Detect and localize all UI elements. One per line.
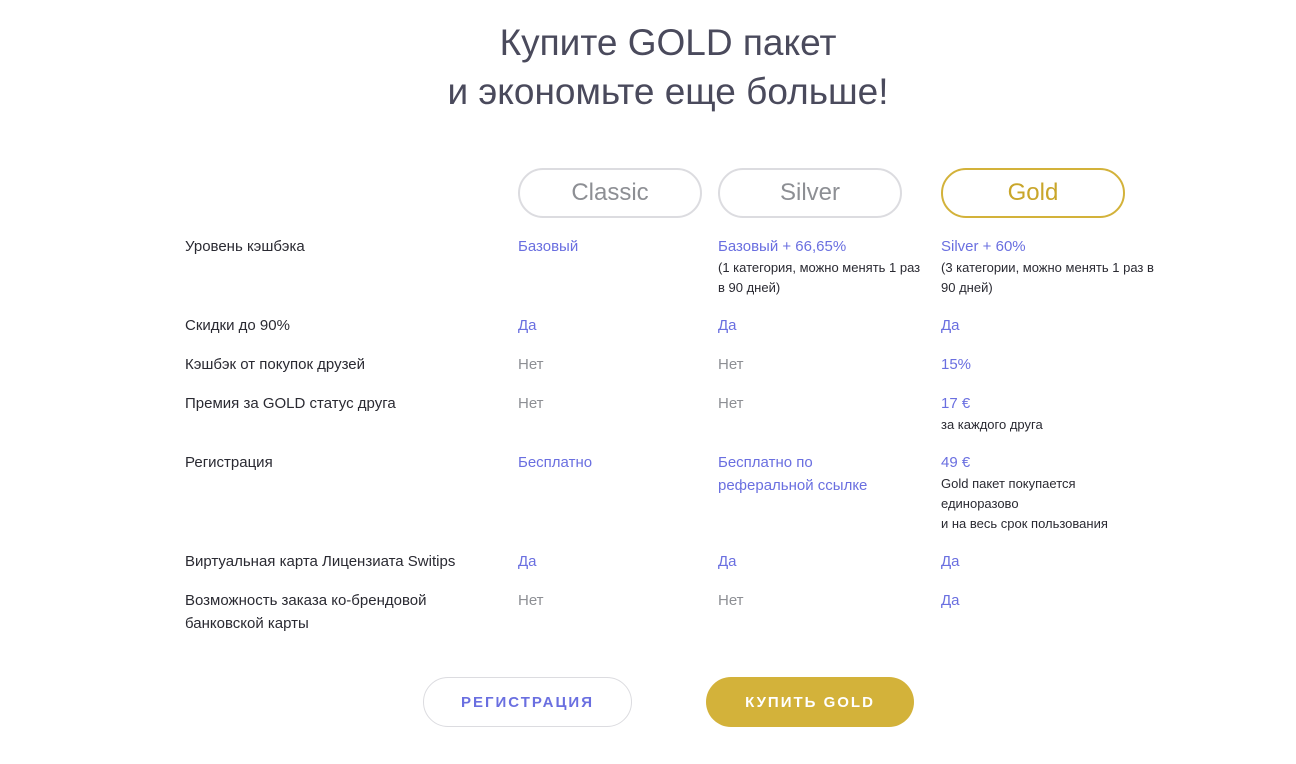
virtual-card-silver: Да — [718, 553, 737, 570]
friend-gold-bonus-gold-note: за каждого друга — [941, 417, 1043, 432]
registration-gold-note-1: Gold пакет покупается единоразово — [941, 476, 1076, 511]
row-label-discounts: Скидки до 90% — [185, 317, 290, 334]
row-label-cashback-level: Уровень кэшбэка — [185, 238, 305, 255]
row-label-registration: Регистрация — [185, 454, 273, 471]
discounts-gold: Да — [941, 317, 960, 334]
registration-silver: Бесплатно по реферальной ссылке — [718, 454, 868, 494]
cashback-level-gold: Silver + 60% — [941, 238, 1026, 255]
title-line-1: Купите GOLD пакет — [499, 22, 837, 63]
cobrand-card-classic: Нет — [518, 592, 544, 609]
registration-gold-note-2: и на весь срок пользования — [941, 516, 1108, 531]
friend-gold-bonus-silver: Нет — [718, 395, 744, 412]
row-label-friends-cashback: Кэшбэк от покупок друзей — [185, 356, 366, 373]
row-label-virtual-card: Виртуальная карта Лицензиата Switips — [185, 553, 456, 570]
discounts-silver: Да — [718, 317, 737, 334]
friend-gold-bonus-gold: 17 € — [941, 395, 971, 412]
registration-gold-cell: 49 € Gold пакет покупается единоразово и… — [941, 451, 1156, 534]
cobrand-card-silver: Нет — [718, 592, 744, 609]
cobrand-card-gold: Да — [941, 592, 960, 609]
cashback-level-silver: Базовый + 66,65% — [718, 238, 847, 255]
cashback-level-classic: Базовый — [518, 238, 579, 255]
buy-gold-button[interactable]: КУПИТЬ GOLD — [706, 677, 914, 727]
friends-cashback-silver: Нет — [718, 356, 744, 373]
plan-tab-silver[interactable]: Silver — [718, 168, 902, 218]
cashback-level-silver-cell: Базовый + 66,65% (1 категория, можно мен… — [718, 235, 923, 298]
register-button[interactable]: РЕГИСТРАЦИЯ — [423, 677, 632, 727]
friends-cashback-gold: 15% — [941, 356, 972, 373]
plan-tab-classic[interactable]: Classic — [518, 168, 702, 218]
cashback-level-gold-cell: Silver + 60% (3 категории, можно менять … — [941, 235, 1156, 298]
cashback-level-silver-note: (1 категория, можно менять 1 раз в 90 дн… — [718, 260, 921, 295]
registration-classic: Бесплатно — [518, 454, 593, 471]
pricing-comparison: Купите GOLD пакет и экономьте еще больше… — [0, 0, 1296, 764]
friend-gold-bonus-gold-cell: 17 € за каждого друга — [941, 392, 1156, 435]
title-line-2: и экономьте еще больше! — [447, 71, 889, 112]
registration-gold: 49 € — [941, 454, 971, 471]
plan-tab-gold[interactable]: Gold — [941, 168, 1125, 218]
page-title: Купите GOLD пакет и экономьте еще больше… — [0, 18, 1296, 116]
discounts-classic: Да — [518, 317, 537, 334]
row-label-friend-gold-bonus: Премия за GOLD статус друга — [185, 395, 396, 412]
virtual-card-gold: Да — [941, 553, 960, 570]
friend-gold-bonus-classic: Нет — [518, 395, 544, 412]
cashback-level-gold-note: (3 категории, можно менять 1 раз в 90 дн… — [941, 260, 1154, 295]
virtual-card-classic: Да — [518, 553, 537, 570]
friends-cashback-classic: Нет — [518, 356, 544, 373]
row-label-cobrand-card: Возможность заказа ко-брендовой банковск… — [185, 592, 427, 632]
